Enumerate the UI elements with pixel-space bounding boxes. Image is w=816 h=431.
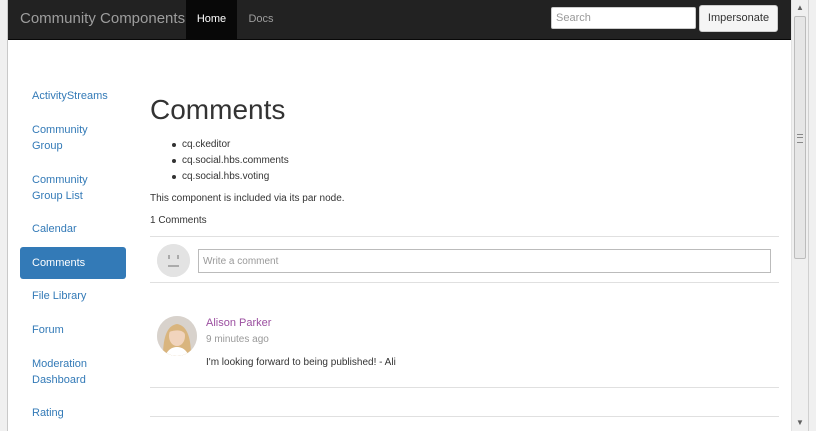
- divider: [150, 416, 779, 417]
- nav-tab-docs[interactable]: Docs: [237, 0, 285, 39]
- user-avatar[interactable]: [157, 316, 197, 356]
- comment-input[interactable]: [198, 249, 771, 273]
- scroll-up-arrow-icon[interactable]: ▲: [792, 0, 808, 16]
- sidebar-item-calendar[interactable]: Calendar: [20, 221, 126, 237]
- list-item: cq.ckeditor: [172, 137, 289, 153]
- avatar: [157, 244, 190, 277]
- window-frame-right: [808, 0, 816, 431]
- divider: [150, 387, 779, 388]
- par-node-note: This component is included via its par n…: [150, 193, 345, 204]
- divider: [150, 236, 779, 237]
- user-photo-icon: [157, 316, 197, 356]
- neutral-face-icon: [157, 244, 190, 277]
- top-navbar: Community Components Home Docs Impersona…: [8, 0, 791, 40]
- sidebar-item-forum[interactable]: Forum: [20, 322, 126, 338]
- sidebar-item-comments[interactable]: Comments: [20, 247, 126, 279]
- list-item: cq.social.hbs.voting: [172, 169, 289, 185]
- sidebar-item-rating[interactable]: Rating: [20, 405, 126, 421]
- search-input[interactable]: [551, 7, 696, 29]
- sidebar-item-community-group[interactable]: Community Group: [20, 122, 126, 154]
- comment-author[interactable]: Alison Parker: [206, 317, 271, 329]
- brand-title[interactable]: Community Components: [20, 10, 185, 27]
- comment-count: 1 Comments: [150, 215, 207, 226]
- list-item: cq.social.hbs.comments: [172, 153, 289, 169]
- divider: [150, 282, 779, 283]
- sidebar-item-activitystreams[interactable]: ActivityStreams: [20, 88, 126, 104]
- page-title: Comments: [150, 94, 286, 125]
- nav-tab-home[interactable]: Home: [186, 0, 237, 39]
- sidebar-item-file-library[interactable]: File Library: [20, 288, 126, 304]
- window-frame-left: [0, 0, 8, 431]
- scroll-thumb[interactable]: [794, 16, 806, 259]
- grip-icon: [797, 134, 803, 143]
- comment-timestamp: 9 minutes ago: [206, 334, 269, 345]
- impersonate-button[interactable]: Impersonate: [699, 5, 778, 32]
- comment-body: I'm looking forward to being published! …: [206, 357, 396, 368]
- scroll-down-arrow-icon[interactable]: ▼: [792, 415, 808, 431]
- sidebar-item-community-group-list[interactable]: Community Group List: [20, 172, 126, 204]
- sidebar-item-moderation-dashboard[interactable]: Moderation Dashboard: [20, 356, 126, 388]
- vertical-scrollbar[interactable]: ▲ ▼: [791, 0, 808, 431]
- dependency-list: cq.ckeditor cq.social.hbs.comments cq.so…: [172, 137, 289, 185]
